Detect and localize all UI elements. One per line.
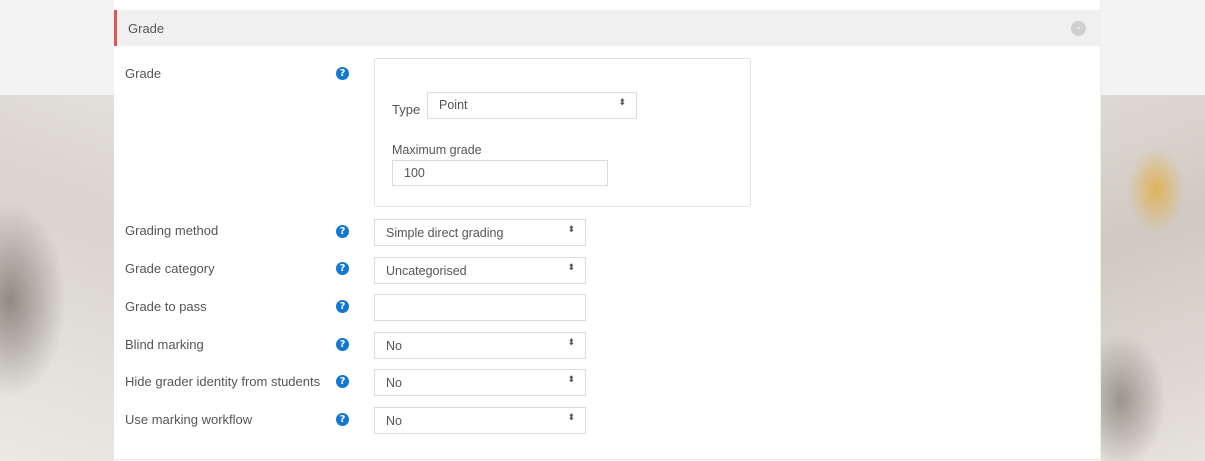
maximum-grade-label: Maximum grade xyxy=(392,143,482,157)
grade-to-pass-input[interactable] xyxy=(374,294,586,321)
maximum-grade-input[interactable]: 100 xyxy=(392,160,608,186)
grade-fieldset: Type Point ⬍ Maximum grade 100 xyxy=(374,58,751,207)
hide-grader-select[interactable]: No ⬍ xyxy=(374,369,586,396)
marking-workflow-select[interactable]: No ⬍ xyxy=(374,407,586,434)
type-label: Type xyxy=(392,102,421,117)
select-arrows-icon: ⬍ xyxy=(567,413,575,423)
grading-method-select[interactable]: Simple direct grading ⬍ xyxy=(374,219,586,246)
background-right xyxy=(1101,0,1205,461)
maximum-grade-value: 100 xyxy=(404,166,425,180)
blind-marking-label: Blind marking xyxy=(125,337,204,352)
select-arrows-icon: ⬍ xyxy=(567,263,575,273)
grade-label: Grade xyxy=(125,66,162,81)
background-left xyxy=(0,0,115,461)
help-icon[interactable]: ? xyxy=(336,225,349,238)
select-arrows-icon: ⬍ xyxy=(567,375,575,385)
help-icon[interactable]: ? xyxy=(336,413,349,426)
select-arrows-icon: ⬍ xyxy=(618,98,626,108)
select-arrows-icon: ⬍ xyxy=(567,225,575,235)
collapse-icon[interactable]: - xyxy=(1071,21,1086,36)
marking-workflow-label: Use marking workflow xyxy=(125,412,253,427)
blind-marking-select[interactable]: No ⬍ xyxy=(374,332,586,359)
section-title: Grade xyxy=(128,21,165,36)
hide-grader-label: Hide grader identity from students xyxy=(125,374,321,389)
help-icon[interactable]: ? xyxy=(336,67,349,80)
grade-settings-panel: Grade - Grade ? Type Point ⬍ Maximum gra… xyxy=(114,0,1100,461)
grade-category-label: Grade category xyxy=(125,261,215,276)
grading-method-label: Grading method xyxy=(125,223,219,238)
help-icon[interactable]: ? xyxy=(336,300,349,313)
section-header-grade[interactable]: Grade - xyxy=(114,10,1100,46)
panel-divider xyxy=(114,459,1100,460)
select-arrows-icon: ⬍ xyxy=(567,338,575,348)
grade-category-value: Uncategorised xyxy=(386,264,467,278)
hide-grader-value: No xyxy=(386,376,402,390)
blind-marking-value: No xyxy=(386,339,402,353)
marking-workflow-value: No xyxy=(386,414,402,428)
help-icon[interactable]: ? xyxy=(336,375,349,388)
help-icon[interactable]: ? xyxy=(336,338,349,351)
grade-type-value: Point xyxy=(439,98,468,112)
grade-category-select[interactable]: Uncategorised ⬍ xyxy=(374,257,586,284)
grade-type-select[interactable]: Point ⬍ xyxy=(427,92,637,119)
help-icon[interactable]: ? xyxy=(336,262,349,275)
grade-to-pass-label: Grade to pass xyxy=(125,299,207,314)
grading-method-value: Simple direct grading xyxy=(386,226,504,240)
